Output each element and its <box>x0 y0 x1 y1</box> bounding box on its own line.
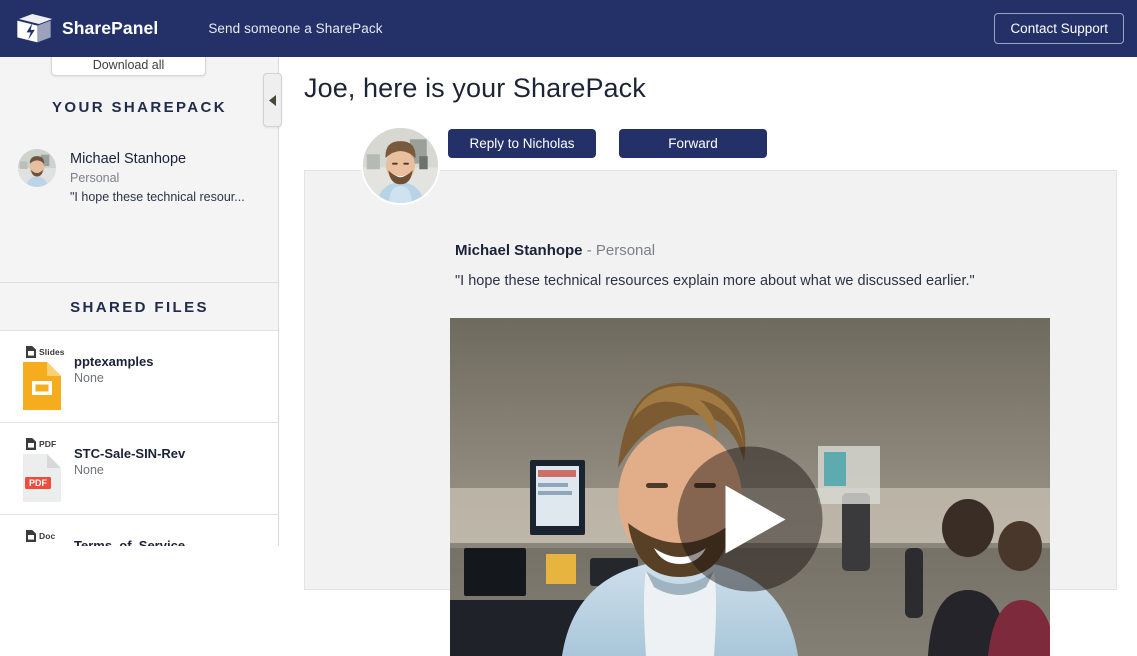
file-icon-column: Slides <box>18 345 74 410</box>
svg-text:PDF: PDF <box>29 478 48 488</box>
file-badge-label: Slides <box>39 346 65 357</box>
message-body: "I hope these technical resources explai… <box>455 273 975 289</box>
sidebar-collapse-handle[interactable] <box>263 73 282 127</box>
file-list-item[interactable]: PDF PDF STC-Sale-SIN-Rev None <box>0 422 278 514</box>
file-meta: Terms_of_Service None "Page 4 for has ou… <box>74 529 269 546</box>
video-player[interactable] <box>450 318 1050 656</box>
play-button[interactable] <box>677 446 823 592</box>
your-sharepack-heading: YOUR SHAREPACK <box>51 99 227 116</box>
file-subtitle: None <box>74 463 104 477</box>
play-triangle-icon <box>725 485 785 553</box>
sender-name: Michael Stanhope <box>70 151 187 167</box>
reply-button[interactable]: Reply to Nicholas <box>448 129 596 158</box>
app-header: SharePanel Send someone a SharePack Cont… <box>0 0 1137 57</box>
file-icon-column: PDF PDF <box>18 437 74 502</box>
sharepanel-logo-icon <box>17 13 53 42</box>
file-name: STC-Sale-SIN-Rev <box>74 446 186 461</box>
message-card: Michael Stanhope - Personal "I hope thes… <box>304 126 1117 656</box>
message-author-name: Michael Stanhope <box>455 242 583 259</box>
file-badge-label: PDF <box>39 438 57 449</box>
chevron-left-icon <box>268 94 276 106</box>
file-subtitle: None <box>74 371 104 385</box>
sidebar-sender-card[interactable]: Michael Stanhope Personal "I hope these … <box>0 137 278 219</box>
sender-snippet: "I hope these technical resour... <box>70 189 245 204</box>
contact-support-button[interactable]: Contact Support <box>994 13 1124 44</box>
sidebar: Download all YOUR SHAREPACK Michael Stan… <box>0 57 279 546</box>
header-tagline: Send someone a SharePack <box>208 21 383 36</box>
google-docs-icon <box>26 529 36 542</box>
file-badge: Doc <box>26 529 74 542</box>
file-meta: STC-Sale-SIN-Rev None <box>74 437 269 502</box>
message-author: Michael Stanhope - Personal <box>455 242 655 259</box>
message-author-org: - Personal <box>586 242 656 259</box>
shared-files-section: SHARED FILES Slides pptexamples None PDF… <box>0 282 278 546</box>
google-slides-icon <box>26 345 36 358</box>
file-name: pptexamples <box>74 354 154 369</box>
sender-meta: Michael Stanhope Personal "I hope these … <box>70 149 245 219</box>
file-badge: PDF <box>26 437 74 450</box>
main-content: Joe, here is your SharePack Reply to Nic… <box>280 57 1137 656</box>
sender-org: Personal <box>70 171 120 186</box>
shared-files-heading: SHARED FILES <box>0 283 278 330</box>
page-title: Joe, here is your SharePack <box>304 73 646 103</box>
file-badge: Slides <box>26 345 74 358</box>
file-list-item[interactable]: Slides pptexamples None <box>0 330 278 422</box>
brand-name: SharePanel <box>62 18 159 38</box>
pdf-file-icon <box>26 437 36 450</box>
download-all-wrapper: Download all <box>51 57 206 76</box>
forward-button[interactable]: Forward <box>619 129 767 158</box>
file-list-item[interactable]: Doc Terms_of_Service None "Page 4 for ha… <box>0 514 278 546</box>
google-slides-icon <box>23 362 61 410</box>
file-meta: pptexamples None <box>74 345 269 410</box>
download-all-button[interactable]: Download all <box>51 57 206 76</box>
file-badge-label: Doc <box>39 530 56 541</box>
brand-logo[interactable]: SharePanel <box>14 12 158 46</box>
avatar <box>361 126 440 205</box>
avatar <box>18 149 56 187</box>
file-icon-column: Doc <box>18 529 74 546</box>
action-buttons: Reply to Nicholas Forward <box>448 129 767 158</box>
pdf-file-icon: PDF <box>23 454 61 502</box>
file-name: Terms_of_Service <box>74 538 186 546</box>
